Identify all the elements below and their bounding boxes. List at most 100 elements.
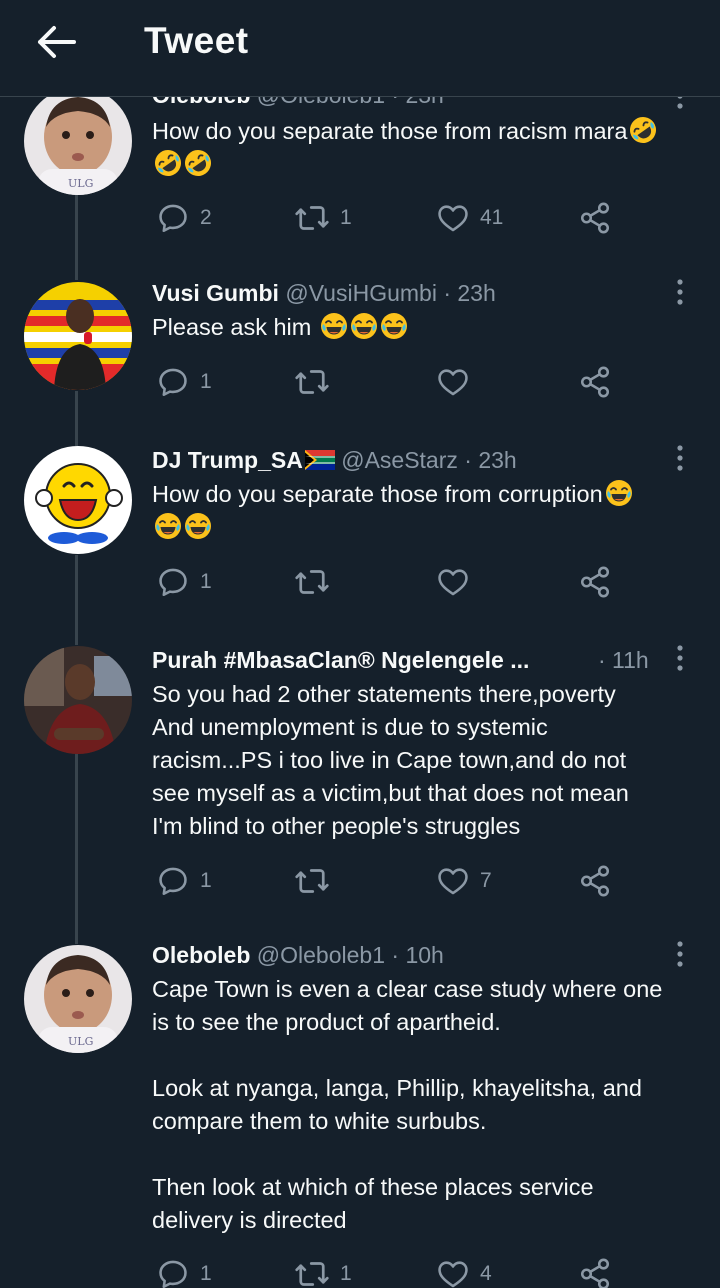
author-handle: @AseStarz: [341, 447, 458, 473]
reply-button[interactable]: 1: [156, 861, 212, 901]
like-button[interactable]: [436, 362, 480, 402]
tweet-actions: 1: [152, 362, 622, 402]
share-button[interactable]: [578, 562, 612, 602]
author-handle: @VusiHGumbi: [285, 280, 437, 306]
reply-button[interactable]: 1: [156, 1254, 212, 1288]
retweet-icon: [294, 364, 330, 400]
avatar[interactable]: ULG: [24, 87, 132, 195]
avatar[interactable]: [24, 646, 132, 754]
tweet-text: How do you separate those from racism ma…: [152, 115, 702, 181]
author-name[interactable]: Purah #MbasaClan® Ngelengele ...: [152, 647, 529, 673]
tweet-time: · 11h: [598, 647, 649, 673]
svg-text:ULG: ULG: [68, 177, 93, 190]
share-icon: [578, 365, 612, 399]
vertical-dots-icon[interactable]: [672, 278, 688, 306]
face-with-tears-of-joy-icon: [605, 479, 633, 507]
retweet-icon: [294, 1256, 330, 1288]
vertical-dots-icon[interactable]: [672, 444, 688, 472]
speech-bubble-icon: [156, 864, 190, 898]
thread-line: [75, 754, 78, 944]
tweet-text: So you had 2 other statements there,pove…: [152, 681, 629, 839]
face-with-tears-of-joy-icon: [320, 312, 348, 340]
reply-count: 1: [200, 370, 212, 393]
page-title: Tweet: [144, 20, 249, 61]
tweet-time: · 10h: [391, 942, 444, 968]
author-name[interactable]: Vusi Gumbi: [152, 280, 279, 306]
retweet-icon: [294, 564, 330, 600]
retweet-button[interactable]: 1: [294, 1254, 352, 1288]
heart-icon: [436, 864, 470, 898]
thread-line: [75, 195, 78, 280]
tweet-meta: DJ Trump_SA @AseStarz · 23h: [152, 447, 517, 474]
face-with-tears-of-joy-icon: [184, 512, 212, 540]
reply-count: 1: [200, 869, 212, 892]
reply-button[interactable]: 2: [156, 198, 212, 238]
avatar[interactable]: [24, 446, 132, 554]
share-button[interactable]: [578, 861, 612, 901]
retweet-button[interactable]: [294, 861, 340, 901]
tweet-text-content: How do you separate those from corruptio…: [152, 481, 603, 507]
tweet-text-content: Please ask him: [152, 314, 318, 340]
share-button[interactable]: [578, 198, 612, 238]
like-count: 41: [480, 206, 504, 229]
thread-line: [75, 391, 78, 446]
avatar[interactable]: [24, 282, 132, 390]
tweet-meta: Vusi Gumbi @VusiHGumbi · 23h: [152, 280, 496, 307]
retweet-icon: [294, 200, 330, 236]
face-with-tears-of-joy-icon: [350, 312, 378, 340]
speech-bubble-icon: [156, 365, 190, 399]
tweet-feed: ULG Oleboleb @Oleboleb1 · 23h How do you…: [0, 0, 720, 1288]
like-count: 4: [480, 1262, 492, 1285]
share-icon: [578, 201, 612, 235]
heart-icon: [436, 565, 470, 599]
retweet-button[interactable]: [294, 562, 340, 602]
share-icon: [578, 864, 612, 898]
like-button[interactable]: [436, 562, 480, 602]
tweet-actions: 1 7: [152, 861, 622, 901]
share-button[interactable]: [578, 1254, 612, 1288]
rolling-on-floor-laughing-icon: [184, 149, 212, 177]
rolling-on-floor-laughing-icon: [154, 149, 182, 177]
heart-icon: [436, 365, 470, 399]
thread-line: [75, 555, 78, 645]
avatar[interactable]: ULG: [24, 945, 132, 1053]
vertical-dots-icon[interactable]: [672, 940, 688, 968]
vertical-dots-icon[interactable]: [672, 644, 688, 672]
tweet-meta: Purah #MbasaClan® Ngelengele ...: [152, 647, 529, 674]
share-button[interactable]: [578, 362, 612, 402]
like-button[interactable]: 41: [436, 198, 503, 238]
author-name[interactable]: DJ Trump_SA: [152, 447, 303, 473]
arrow-left-icon[interactable]: [34, 24, 78, 60]
retweet-count: 1: [340, 1262, 352, 1285]
face-with-tears-of-joy-icon: [154, 512, 182, 540]
tweet-time: · 23h: [464, 447, 517, 473]
author-handle: @Oleboleb1: [256, 942, 386, 968]
svg-text:ULG: ULG: [68, 1035, 93, 1048]
reply-count: 2: [200, 206, 212, 229]
tweet-actions: 2 1 41: [152, 198, 622, 238]
retweet-icon: [294, 863, 330, 899]
like-count: 7: [480, 869, 492, 892]
top-app-bar: Tweet: [0, 0, 720, 97]
share-icon: [578, 1257, 612, 1288]
reply-button[interactable]: 1: [156, 362, 212, 402]
face-with-tears-of-joy-icon: [380, 312, 408, 340]
heart-icon: [436, 1257, 470, 1288]
tweet-time: · 23h: [443, 280, 496, 306]
tweet-actions: 1 1 4: [152, 1254, 622, 1288]
speech-bubble-icon: [156, 565, 190, 599]
retweet-button[interactable]: [294, 362, 340, 402]
tweet-actions: 1: [152, 562, 622, 602]
retweet-count: 1: [340, 206, 352, 229]
author-name[interactable]: Oleboleb: [152, 942, 250, 968]
speech-bubble-icon: [156, 1257, 190, 1288]
tweet-text: Please ask him: [152, 311, 702, 344]
like-button[interactable]: 7: [436, 861, 492, 901]
tweet-text-content: How do you separate those from racism ma…: [152, 118, 628, 144]
rolling-on-floor-laughing-icon: [629, 116, 657, 144]
heart-icon: [436, 201, 470, 235]
speech-bubble-icon: [156, 201, 190, 235]
retweet-button[interactable]: 1: [294, 198, 352, 238]
reply-button[interactable]: 1: [156, 562, 212, 602]
like-button[interactable]: 4: [436, 1254, 492, 1288]
